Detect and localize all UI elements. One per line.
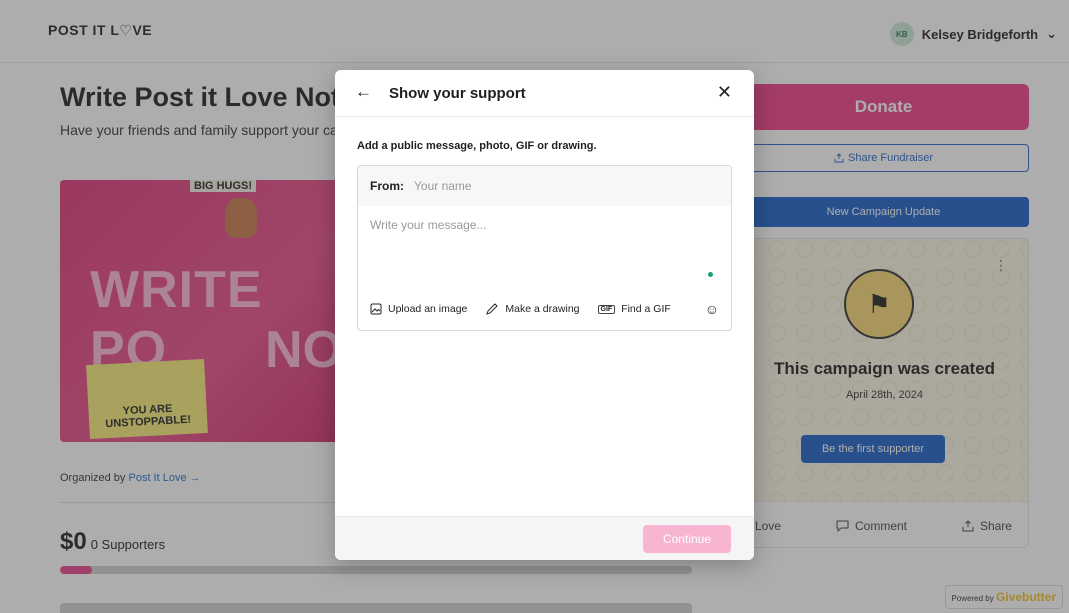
pencil-icon (486, 303, 499, 315)
continue-button[interactable]: Continue (643, 525, 731, 553)
message-textarea[interactable] (358, 206, 731, 288)
support-modal: ← Show your support ✕ Add a public messa… (335, 70, 754, 560)
back-arrow-icon[interactable]: ← (355, 82, 372, 102)
from-name-input[interactable] (412, 178, 696, 194)
composer-toolbar: Upload an image Make a drawing GIF Find … (358, 288, 731, 330)
from-label: From: (370, 179, 404, 193)
find-gif-button[interactable]: GIF Find a GIF (597, 303, 671, 315)
make-drawing-label: Make a drawing (505, 303, 580, 315)
image-icon (370, 303, 382, 315)
status-dot (708, 272, 713, 277)
make-drawing-button[interactable]: Make a drawing (485, 303, 580, 315)
close-icon[interactable]: ✕ (717, 82, 732, 103)
modal-footer: Continue (335, 516, 754, 560)
modal-instruction: Add a public message, photo, GIF or draw… (357, 140, 597, 152)
upload-image-label: Upload an image (388, 303, 468, 315)
emoji-icon[interactable]: ☺ (705, 301, 719, 317)
find-gif-label: Find a GIF (621, 303, 671, 315)
modal-header: ← Show your support ✕ (335, 70, 754, 117)
from-row: From: (358, 166, 731, 206)
modal-title: Show your support (389, 85, 526, 102)
gif-icon: GIF (597, 304, 616, 314)
upload-image-button[interactable]: Upload an image (370, 303, 467, 315)
message-composer: From: Upload an image Make a drawing GIF… (357, 165, 732, 331)
